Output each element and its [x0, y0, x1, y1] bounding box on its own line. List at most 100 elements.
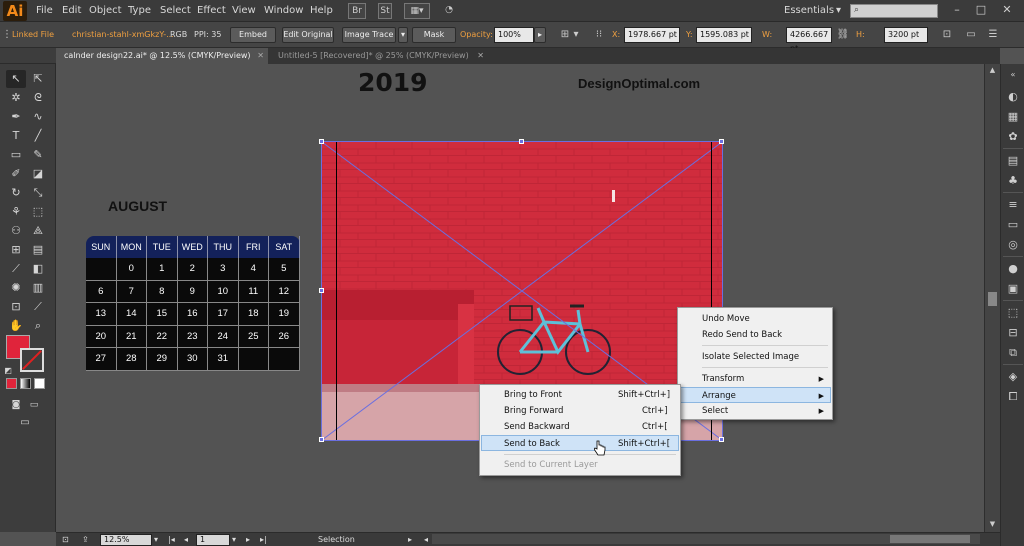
menu-item-send-to-back[interactable]: Send to Back Shift+Ctrl+[: [481, 435, 679, 451]
mesh-tool-icon[interactable]: ⊞: [6, 241, 26, 259]
menu-item-bring-to-front[interactable]: Bring to Front Shift+Ctrl+]: [482, 387, 678, 403]
blend-tool-icon[interactable]: ◧: [28, 260, 48, 278]
h-field[interactable]: 3200 pt: [884, 27, 928, 43]
type-tool-icon[interactable]: T: [6, 127, 26, 145]
resize-handle-w[interactable]: [319, 288, 324, 293]
warp-tool-icon[interactable]: ⚘: [6, 203, 26, 221]
menu-item-undo-move[interactable]: Undo Move: [680, 311, 830, 327]
free-transform-tool-icon[interactable]: ⬚: [28, 203, 48, 221]
resize-handle-nw[interactable]: [319, 139, 324, 144]
rotate-tool-icon[interactable]: ↻: [6, 184, 26, 202]
menu-help[interactable]: Help: [310, 0, 333, 22]
resize-handle-sw[interactable]: [319, 437, 324, 442]
opacity-label[interactable]: Opacity:: [460, 22, 493, 48]
rectangle-tool-icon[interactable]: ▭: [6, 146, 26, 164]
tab-calnder-design[interactable]: calnder design22.ai* @ 12.5% (CMYK/Previ…: [56, 48, 268, 64]
artboard-field[interactable]: 1: [196, 534, 230, 546]
magic-wand-tool-icon[interactable]: ✲: [6, 89, 26, 107]
gradient-mode-icon[interactable]: [20, 378, 31, 389]
menu-select[interactable]: Select: [160, 0, 191, 22]
transform-panel-icon[interactable]: ⬚: [1004, 304, 1022, 322]
status-icon[interactable]: ⊡: [62, 533, 69, 546]
menu-effect[interactable]: Effect: [197, 0, 226, 22]
image-trace-button[interactable]: Image Trace: [342, 27, 396, 43]
menu-item-redo-send-to-back[interactable]: Redo Send to Back: [680, 327, 830, 343]
appearance-panel-icon[interactable]: ●: [1004, 260, 1022, 278]
scroll-thumb[interactable]: [890, 535, 970, 543]
tab-close-icon[interactable]: ✕: [257, 48, 264, 64]
bridge-icon[interactable]: Br: [348, 3, 366, 19]
draw-mode-icon[interactable]: ◙: [6, 396, 26, 414]
search-input[interactable]: ⌕: [850, 4, 938, 18]
menu-item-select[interactable]: Select ▶: [680, 403, 830, 419]
align-panel-icon[interactable]: ⊟: [1004, 324, 1022, 342]
color-mode-icon[interactable]: [6, 378, 17, 389]
close-icon[interactable]: ✕: [998, 2, 1016, 18]
site-label[interactable]: DesignOptimal.com: [578, 76, 700, 91]
tab-untitled-5[interactable]: Untitled-5 [Recovered]* @ 25% (CMYK/Prev…: [270, 48, 488, 64]
change-screen-mode-icon[interactable]: ▭: [15, 414, 35, 432]
brushes-panel-icon[interactable]: ▤: [1004, 152, 1022, 170]
gradient-tool-icon[interactable]: ▤: [28, 241, 48, 259]
graphic-styles-icon[interactable]: ▣: [1004, 280, 1022, 298]
paintbrush-tool-icon[interactable]: ✎: [28, 146, 48, 164]
w-field[interactable]: 4266.667 pt: [786, 27, 832, 53]
stroke-swatch[interactable]: [20, 348, 44, 372]
status-menu-icon[interactable]: ▸: [408, 533, 412, 546]
direct-selection-tool-icon[interactable]: ⇱: [28, 70, 48, 88]
artboard-tool-icon[interactable]: ⊡: [6, 298, 26, 316]
shaper-tool-icon[interactable]: ✐: [6, 165, 26, 183]
arrange-documents-icon[interactable]: ▦▾: [404, 3, 430, 19]
workspace-switcher[interactable]: Essentials: [784, 0, 834, 22]
eyedropper-tool-icon[interactable]: ⟋: [6, 260, 26, 278]
align-icon[interactable]: ⊞: [558, 28, 572, 42]
lasso-tool-icon[interactable]: ᘓ: [28, 89, 48, 107]
menu-item-bring-forward[interactable]: Bring Forward Ctrl+]: [482, 403, 678, 419]
y-field[interactable]: 1595.083 pt: [696, 27, 752, 43]
menu-object[interactable]: Object: [89, 0, 122, 22]
symbols-panel-icon[interactable]: ♣: [1004, 172, 1022, 190]
share-icon[interactable]: ⇪: [82, 533, 89, 546]
transform-icon[interactable]: ⊡: [940, 28, 954, 42]
stock-icon[interactable]: St: [378, 3, 392, 19]
maximize-icon[interactable]: □: [972, 2, 990, 18]
month-title[interactable]: AUGUST: [108, 198, 167, 214]
align-dropdown-icon[interactable]: ▾: [572, 28, 580, 42]
resize-handle-ne[interactable]: [719, 139, 724, 144]
menu-view[interactable]: View: [232, 0, 256, 22]
embed-button[interactable]: Embed: [230, 27, 276, 43]
gpu-performance-icon[interactable]: ◔: [440, 3, 458, 19]
first-artboard-icon[interactable]: |◂: [168, 533, 175, 546]
gradient-panel-icon[interactable]: ▭: [1004, 216, 1022, 234]
next-artboard-icon[interactable]: ▸: [246, 533, 250, 546]
constrain-proportions-icon[interactable]: ⛓: [836, 28, 850, 42]
scroll-thumb[interactable]: [988, 292, 997, 306]
selection-tool-icon[interactable]: ↖: [6, 70, 26, 88]
menu-item-send-backward[interactable]: Send Backward Ctrl+[: [482, 419, 678, 435]
minimize-icon[interactable]: –: [948, 2, 966, 18]
image-trace-dropdown[interactable]: ▾: [398, 27, 408, 43]
hand-tool-icon[interactable]: ✋: [6, 317, 26, 335]
menu-item-isolate-selected-image[interactable]: Isolate Selected Image: [680, 349, 830, 365]
artboard-dropdown-icon[interactable]: ▾: [232, 533, 236, 546]
opacity-dropdown[interactable]: ▸: [534, 27, 546, 43]
linked-file-link[interactable]: Linked File: [12, 22, 54, 48]
line-tool-icon[interactable]: ╱: [28, 127, 48, 145]
isolate-icon[interactable]: ▭: [964, 28, 978, 42]
menu-file[interactable]: File: [36, 0, 53, 22]
last-artboard-icon[interactable]: ▸|: [260, 533, 267, 546]
edit-original-button[interactable]: Edit Original: [282, 27, 334, 43]
curvature-tool-icon[interactable]: ∿: [28, 108, 48, 126]
reference-point-icon[interactable]: ⁝⁝: [592, 28, 606, 42]
color-panel-icon[interactable]: ◐: [1004, 88, 1022, 106]
slice-tool-icon[interactable]: ⟋: [28, 298, 48, 316]
resize-handle-n[interactable]: [519, 139, 524, 144]
menu-edit[interactable]: Edit: [62, 0, 81, 22]
file-name-link[interactable]: christian-stahl-xmGkzY-...: [72, 22, 174, 48]
symbol-sprayer-tool-icon[interactable]: ✺: [6, 279, 26, 297]
prev-artboard-icon[interactable]: ◂: [184, 533, 188, 546]
zoom-tool-icon[interactable]: ⌕: [28, 317, 48, 335]
swatches-panel-icon[interactable]: ✿: [1004, 128, 1022, 146]
resize-handle-se[interactable]: [719, 437, 724, 442]
workspace-dropdown-icon[interactable]: ▾: [836, 0, 841, 22]
